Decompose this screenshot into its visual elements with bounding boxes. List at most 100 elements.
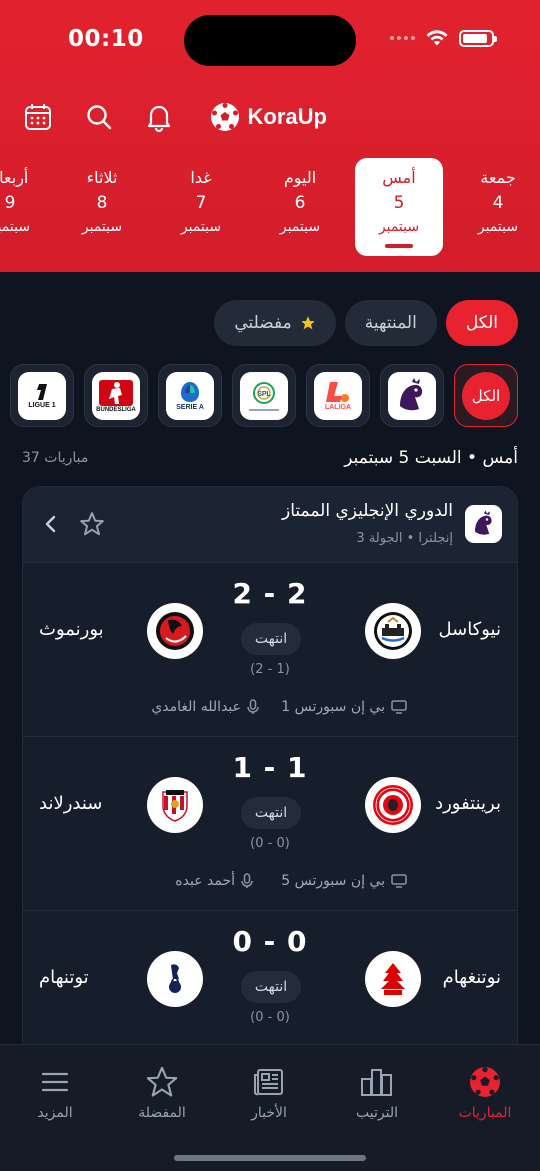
nottingham-forest-crest-icon xyxy=(381,963,405,995)
league-laliga-button[interactable]: LALIGA xyxy=(306,364,370,427)
filter-favorites-button[interactable]: مفضلتي xyxy=(214,300,336,346)
premier-league-logo-icon xyxy=(400,377,423,410)
date-day: غدا xyxy=(190,168,212,187)
date-month: سبتمبر xyxy=(378,219,420,235)
tab-matches-label: المباريات xyxy=(458,1105,512,1121)
open-competition-button[interactable] xyxy=(41,513,61,539)
calendar-button[interactable] xyxy=(21,100,55,134)
date-item[interactable]: ثلاثاء 8 سبتمبر xyxy=(58,158,146,256)
home-team-name: نوتنغهام xyxy=(442,967,501,988)
tv-icon xyxy=(391,700,407,714)
bundesliga-label: BUNDESLIGA xyxy=(96,406,136,413)
halftime-score: (0 - 0) xyxy=(250,836,290,851)
tv-channel-label: بي إن سبورتس 5 xyxy=(281,873,385,889)
tab-more[interactable]: المزيد xyxy=(5,1065,105,1121)
standings-icon xyxy=(361,1069,392,1096)
date-number: 7 xyxy=(195,193,207,213)
date-item[interactable]: جمعة 4 سبتمبر xyxy=(454,158,540,256)
home-indicator xyxy=(174,1155,366,1161)
filter-all-button[interactable]: الكل xyxy=(445,300,518,346)
away-team-name: بورنموث xyxy=(39,619,104,640)
spl-label: SPL xyxy=(257,391,271,398)
score: 2 - 2 xyxy=(232,577,308,610)
date-item[interactable]: اليوم 6 سبتمبر xyxy=(256,158,344,256)
tv-channel-label: بي إن سبورتس 1 xyxy=(281,699,385,715)
filter-finished-label: المنتهية xyxy=(364,313,417,333)
competition-header[interactable]: الدوري الإنجليزي الممتاز إنجلترا • الجول… xyxy=(23,487,517,563)
date-item[interactable]: غدا 7 سبتمبر xyxy=(157,158,245,256)
date-day: اليوم xyxy=(283,168,317,187)
league-filter-row: الكل LALIGA SPL SERIE A BUNDESLIGA LIGUE… xyxy=(10,364,518,427)
tab-more-label: المزيد xyxy=(37,1105,73,1121)
favorite-competition-button[interactable] xyxy=(79,511,105,541)
referee: أحمد عبده xyxy=(175,873,253,889)
star-icon xyxy=(301,316,315,330)
match-row[interactable]: نيوكاسل 2 - 2 انتهت (2 - 1) بورنموث بي إ… xyxy=(23,563,517,737)
saudi-league-logo-icon: SPL xyxy=(253,381,275,404)
tab-standings[interactable]: الترتيب xyxy=(327,1065,427,1121)
referee-label: أحمد عبده xyxy=(175,873,235,889)
filter-finished-button[interactable]: المنتهية xyxy=(344,300,437,346)
league-premier-league-button[interactable] xyxy=(380,364,444,427)
tab-news-label: الأخبار xyxy=(251,1105,287,1121)
brand: KoraUp xyxy=(210,102,327,132)
away-team-name: توتنهام xyxy=(39,967,89,988)
league-all-button[interactable]: الكل xyxy=(454,364,518,427)
league-saudi-pro-league-button[interactable]: SPL xyxy=(232,364,296,427)
date-month: سبتمبر xyxy=(279,219,321,235)
app-header: 00:10 KoraUp أربعا 9 سبتم ثلاثاء 8 سبتمب… xyxy=(0,0,540,272)
serie-a-label: SERIE A xyxy=(176,404,204,411)
league-bundesliga-button[interactable]: BUNDESLIGA xyxy=(84,364,148,427)
league-serie-a-button[interactable]: SERIE A xyxy=(158,364,222,427)
laliga-logo-icon xyxy=(326,382,349,402)
tab-favorites-label: المفضلة xyxy=(138,1105,186,1121)
date-day: أربعاء xyxy=(0,168,29,187)
search-button[interactable] xyxy=(82,100,116,134)
football-logo-icon xyxy=(210,103,239,131)
bottom-tab-bar: المزيد المفضلة الأخبار الترتيب المباريات xyxy=(0,1044,540,1171)
competition-logo xyxy=(465,505,502,543)
signal-icon xyxy=(390,36,415,40)
away-team-logo xyxy=(147,951,203,1007)
match-count: 37 مباريات xyxy=(22,450,89,466)
date-item-selected[interactable]: أمس 5 سبتمبر xyxy=(355,158,443,256)
halftime-score: (2 - 1) xyxy=(250,662,290,677)
tab-standings-label: الترتيب xyxy=(356,1105,398,1121)
date-month: سبتمبر xyxy=(81,219,123,235)
match-meta: بي إن سبورتس 1 عبدالله الغامدي xyxy=(23,699,517,719)
home-team-logo xyxy=(365,603,421,659)
date-day: جمعة xyxy=(480,168,516,187)
dynamic-island xyxy=(184,15,356,66)
score: 1 - 1 xyxy=(232,751,308,784)
league-ligue1-button[interactable]: LIGUE 1 xyxy=(10,364,74,427)
chevron-left-icon xyxy=(45,515,56,533)
away-team-name: سندرلاند xyxy=(39,793,103,814)
date-number: 9 xyxy=(4,193,16,213)
battery-icon xyxy=(459,29,497,47)
ligue1-label: LIGUE 1 xyxy=(28,402,56,409)
sunderland-crest-icon xyxy=(162,790,188,822)
brentford-crest-icon xyxy=(373,785,413,825)
bell-icon xyxy=(147,105,171,132)
competition-name: الدوري الإنجليزي الممتاز xyxy=(281,501,453,521)
wifi-icon xyxy=(426,30,448,46)
halftime-score: (0 - 0) xyxy=(250,1010,290,1025)
tab-news[interactable]: الأخبار xyxy=(219,1065,319,1121)
away-team-logo xyxy=(147,603,203,659)
tv-channel: بي إن سبورتس 5 xyxy=(281,873,407,889)
notifications-button[interactable] xyxy=(142,100,176,134)
date-selector: أربعاء 9 سبتمبر ثلاثاء 8 سبتمبر غدا 7 سب… xyxy=(0,158,540,258)
competition-card: الدوري الإنجليزي الممتاز إنجلترا • الجول… xyxy=(22,486,518,1106)
date-item[interactable]: أربعاء 9 سبتمبر xyxy=(0,158,54,256)
match-row[interactable]: برينتفورد 1 - 1 انتهت (0 - 0) سندرلاند ب… xyxy=(23,737,517,911)
top-bar: KoraUp xyxy=(0,96,540,140)
serie-a-logo-icon xyxy=(181,382,199,402)
match-status-badge: انتهت xyxy=(241,797,301,829)
ligue1-logo-icon xyxy=(37,384,47,400)
tab-matches[interactable]: المباريات xyxy=(435,1065,535,1121)
tab-favorites[interactable]: المفضلة xyxy=(112,1065,212,1121)
status-bar: 00:10 xyxy=(0,0,540,80)
football-icon xyxy=(470,1067,500,1097)
bournemouth-crest-icon xyxy=(156,612,194,650)
microphone-icon xyxy=(241,873,253,888)
